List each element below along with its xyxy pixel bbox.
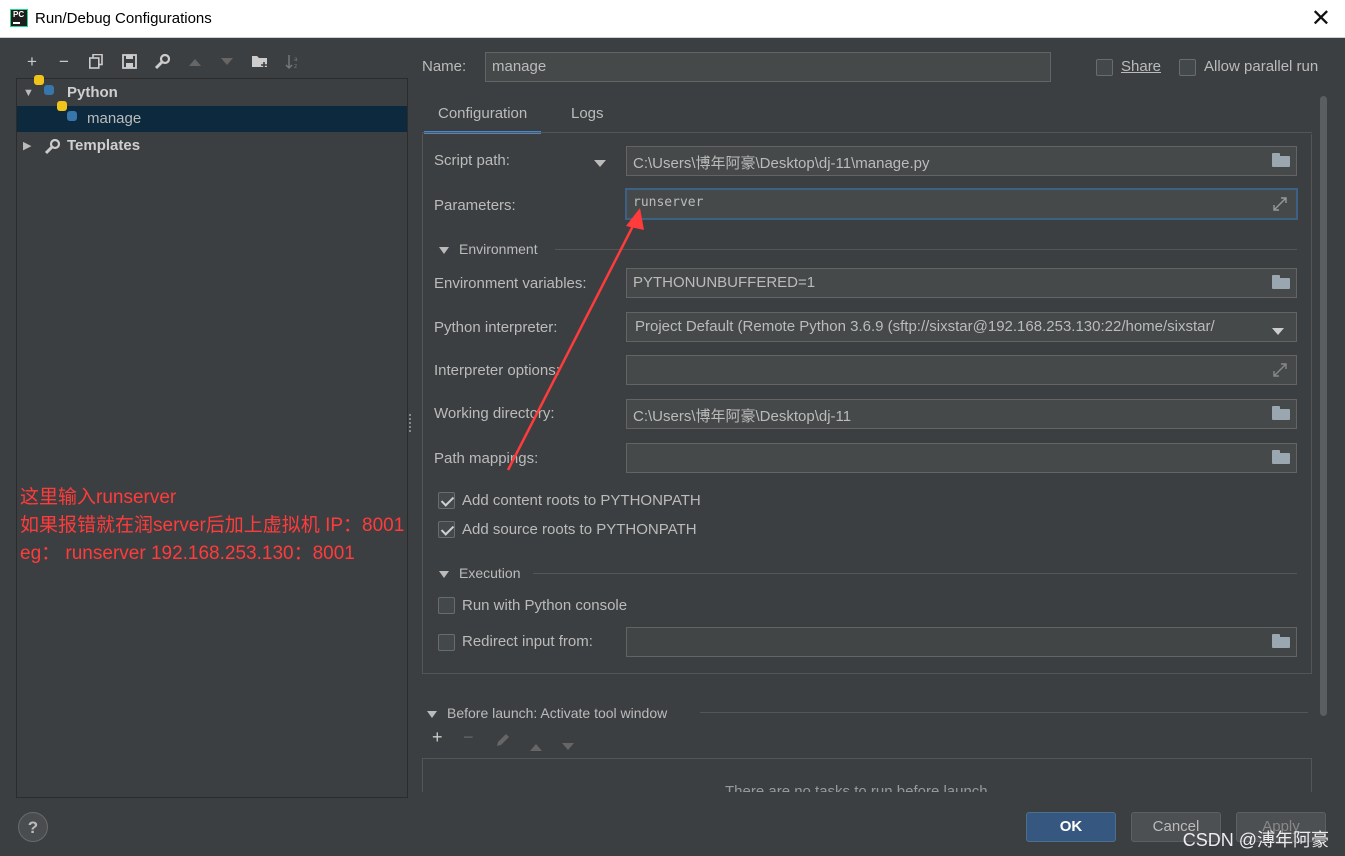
allow-parallel-checkbox[interactable] — [1179, 59, 1196, 76]
python-icon — [57, 101, 83, 127]
run-console-label: Run with Python console — [462, 597, 628, 614]
working-dir-input[interactable]: C:\Users\博年阿豪\Desktop\dj-11 — [626, 399, 1297, 429]
scrollbar-thumb[interactable] — [1320, 96, 1327, 716]
share-checkbox[interactable] — [1096, 59, 1113, 76]
expand-icon[interactable] — [1272, 196, 1290, 211]
add-icon[interactable]: + — [21, 50, 43, 74]
save-icon[interactable] — [118, 50, 140, 74]
tree-item-label: manage — [87, 110, 142, 127]
wrench-icon — [44, 138, 61, 155]
section-divider — [533, 573, 1297, 574]
interpreter-value: Project Default (Remote Python 3.6.9 (sf… — [635, 318, 1215, 335]
configurations-toolbar: + − az — [17, 50, 317, 76]
tab-logs[interactable]: Logs — [557, 96, 618, 134]
configurations-tree: ▼ Python manage ▶ Templates — [16, 75, 408, 798]
working-dir-label: Working directory: — [434, 405, 555, 422]
collapse-icon — [439, 246, 449, 254]
scrollbar[interactable] — [1318, 96, 1328, 716]
add-source-roots-checkbox[interactable] — [438, 521, 455, 538]
interp-options-label: Interpreter options: — [434, 362, 560, 379]
share-label: Share — [1121, 58, 1162, 75]
watermark-text: CSDN @溥年阿豪 — [1182, 830, 1329, 850]
interpreter-label: Python interpreter: — [434, 319, 558, 336]
tab-configuration[interactable]: Configuration — [424, 96, 542, 134]
tree-item-label: Templates — [67, 137, 141, 154]
tree-item-templates[interactable]: ▶ Templates — [17, 133, 407, 159]
name-label: Name: — [422, 58, 467, 75]
folder-icon[interactable] — [1272, 153, 1290, 168]
expand-icon[interactable] — [1272, 362, 1290, 377]
folder-icon[interactable] — [1272, 406, 1290, 421]
svg-text:a: a — [294, 56, 298, 63]
script-path-dropdown-icon[interactable] — [594, 155, 606, 172]
move-up-icon — [184, 50, 206, 74]
tree-item-label: Python — [67, 84, 118, 101]
collapse-icon — [427, 710, 437, 718]
remove-icon[interactable]: − — [53, 50, 75, 74]
execution-section-title[interactable]: Execution — [439, 565, 520, 581]
parameters-input[interactable]: runserver — [625, 188, 1298, 220]
move-up-icon — [529, 736, 543, 757]
run-console-checkbox[interactable] — [438, 597, 455, 614]
edit-icon — [495, 732, 511, 753]
allow-parallel-label: Allow parallel run — [1204, 58, 1319, 75]
copy-icon[interactable] — [85, 50, 107, 74]
move-down-icon — [561, 736, 575, 757]
close-icon[interactable]: ✕ — [1311, 4, 1331, 33]
path-mappings-label: Path mappings: — [434, 450, 539, 467]
pycharm-app-icon: PC — [10, 9, 28, 27]
env-vars-value: PYTHONUNBUFFERED=1 — [633, 274, 816, 291]
parameters-label: Parameters: — [434, 197, 516, 214]
chevron-down-icon — [1272, 323, 1290, 338]
sort-icon: az — [282, 50, 304, 74]
script-path-input[interactable]: C:\Users\博年阿豪\Desktop\dj-11\manage.py — [626, 146, 1297, 176]
script-path-label: Script path: — [434, 152, 510, 169]
expand-arrow-icon[interactable]: ▼ — [23, 80, 34, 106]
section-divider — [700, 712, 1308, 713]
folder-icon[interactable] — [1272, 275, 1290, 290]
path-mappings-input[interactable] — [626, 443, 1297, 473]
interpreter-select[interactable]: Project Default (Remote Python 3.6.9 (sf… — [626, 312, 1297, 342]
redirect-input-field[interactable] — [626, 627, 1297, 657]
name-input[interactable]: manage — [485, 52, 1051, 82]
move-down-icon — [216, 50, 238, 74]
annotation-line-1: 这里输入runserver — [20, 487, 177, 508]
remove-icon: − — [463, 727, 474, 747]
redirect-input-label: Redirect input from: — [462, 633, 593, 650]
environment-section-title[interactable]: Environment — [439, 241, 538, 257]
parameters-value: runserver — [633, 195, 704, 210]
before-launch-list: There are no tasks to run before launch — [422, 758, 1312, 792]
add-content-roots-label: Add content roots to PYTHONPATH — [462, 492, 701, 509]
svg-text:z: z — [294, 63, 297, 70]
script-path-value: C:\Users\博年阿豪\Desktop\dj-11\manage.py — [633, 155, 930, 172]
working-dir-value: C:\Users\博年阿豪\Desktop\dj-11 — [633, 408, 852, 425]
env-vars-label: Environment variables: — [434, 275, 587, 292]
help-button[interactable]: ? — [18, 812, 48, 842]
before-launch-empty-text: There are no tasks to run before launch — [725, 783, 988, 792]
env-vars-input[interactable]: PYTHONUNBUFFERED=1 — [626, 268, 1297, 298]
wrench-icon[interactable] — [151, 50, 173, 74]
title-bar: PC Run/Debug Configurations ✕ — [0, 0, 1345, 38]
collapse-arrow-icon[interactable]: ▶ — [23, 133, 31, 159]
window-title: Run/Debug Configurations — [35, 10, 212, 27]
collapse-icon — [439, 570, 449, 578]
redirect-input-checkbox[interactable] — [438, 634, 455, 651]
tree-item-manage[interactable]: manage — [17, 101, 407, 132]
annotation-line-3: eg： runserver 192.168.253.130：8001 — [20, 543, 355, 564]
tree-item-python[interactable]: ▼ Python — [17, 75, 407, 106]
add-icon[interactable]: + — [432, 727, 443, 748]
python-icon — [34, 75, 60, 101]
folder-icon[interactable] — [1272, 450, 1290, 465]
ok-button[interactable]: OK — [1026, 812, 1116, 842]
section-divider — [555, 249, 1297, 250]
add-source-roots-label: Add source roots to PYTHONPATH — [462, 521, 697, 538]
interp-options-input[interactable] — [626, 355, 1297, 385]
tab-divider — [422, 132, 1312, 133]
annotation-line-2: 如果报错就在润server后加上虚拟机 IP：8001 — [20, 515, 405, 536]
add-content-roots-checkbox[interactable] — [438, 492, 455, 509]
splitter-handle[interactable] — [409, 414, 412, 432]
new-folder-icon[interactable] — [249, 50, 271, 74]
folder-icon[interactable] — [1272, 634, 1290, 649]
before-launch-title[interactable]: Before launch: Activate tool window — [427, 705, 667, 721]
